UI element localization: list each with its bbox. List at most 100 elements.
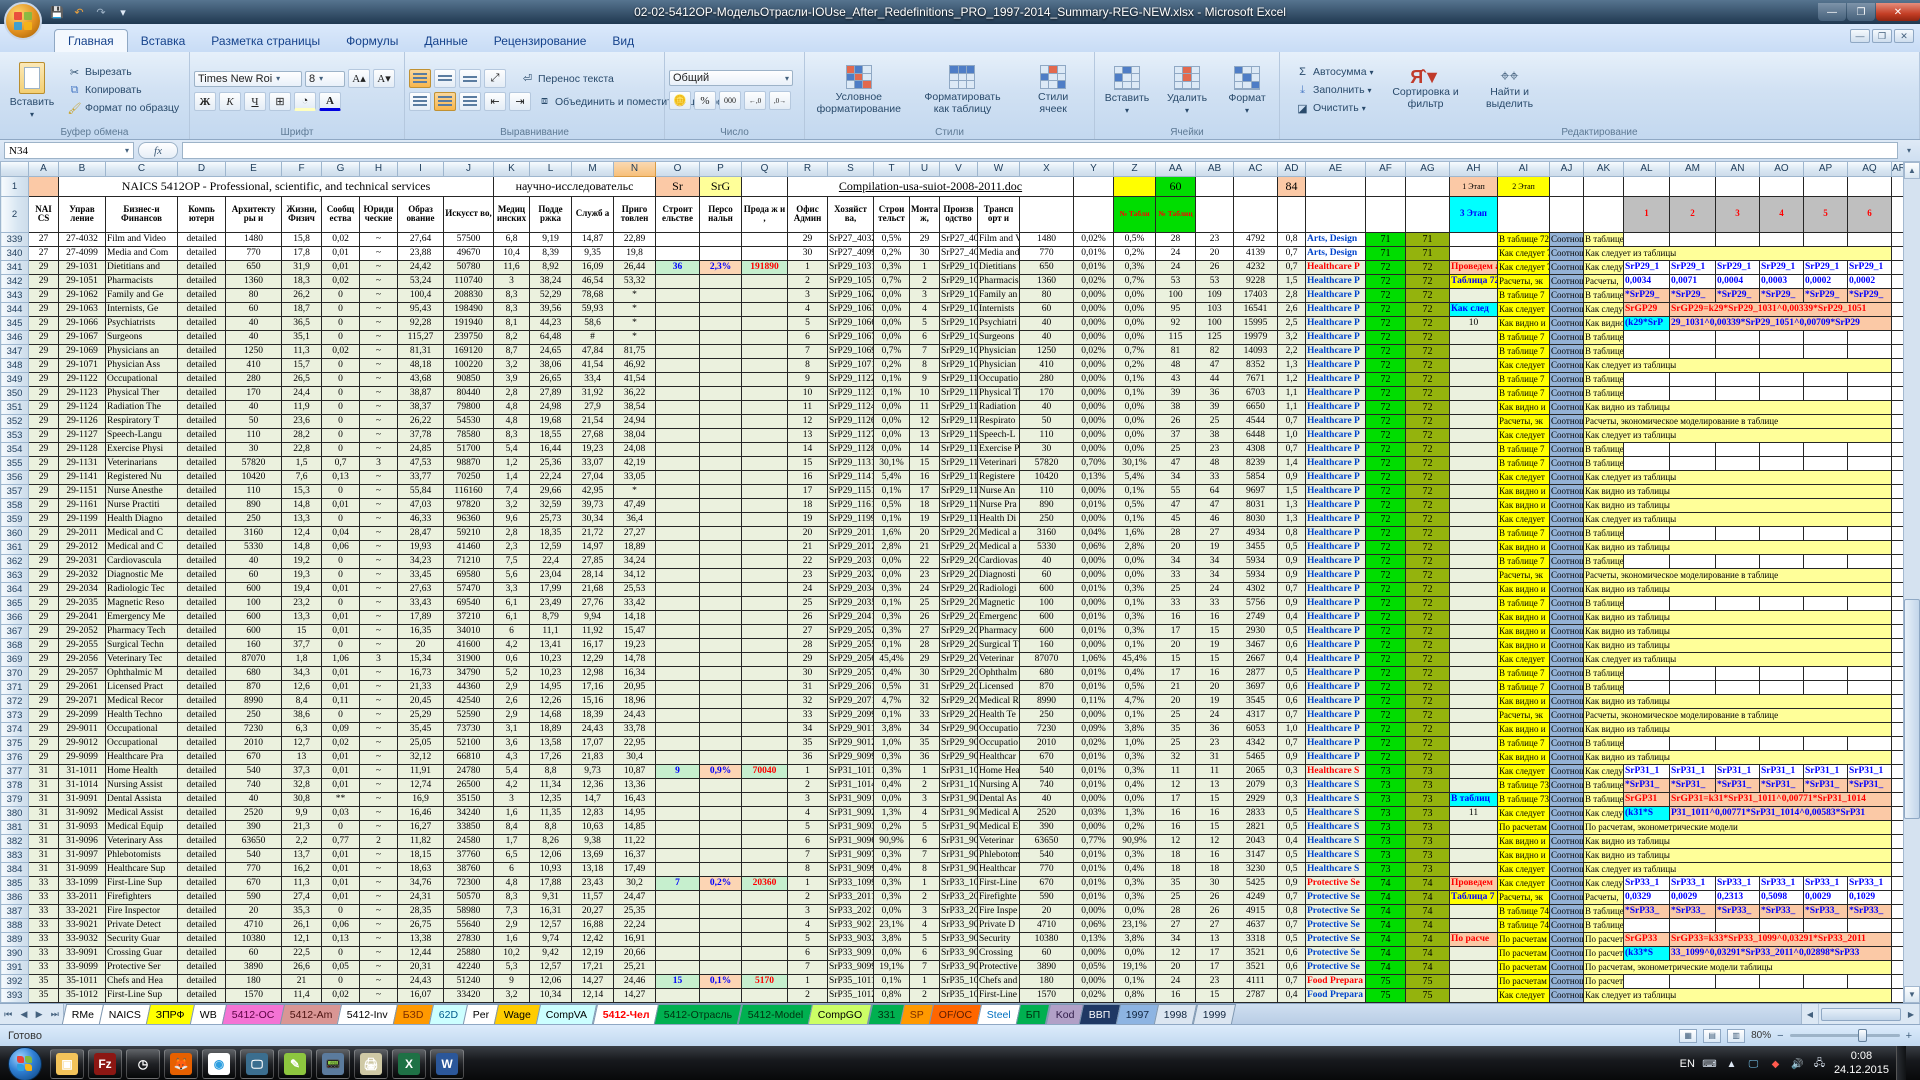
cell[interactable]: ~ — [360, 932, 398, 946]
cell[interactable]: В таблице — [1584, 918, 1624, 932]
cell[interactable] — [1804, 680, 1848, 694]
cell[interactable]: 21 — [910, 540, 940, 554]
cell[interactable] — [1234, 176, 1278, 196]
cell[interactable]: Protective Se — [1306, 946, 1366, 960]
cell[interactable]: 11,34 — [530, 778, 572, 792]
fill-color-button[interactable]: ◔ — [294, 92, 316, 111]
cell[interactable] — [656, 596, 700, 610]
cell[interactable]: 34 — [1196, 554, 1234, 568]
cell[interactable]: Healthcare P — [1306, 414, 1366, 428]
cell[interactable]: 29 — [29, 498, 59, 512]
cell[interactable]: 0,0% — [1114, 400, 1156, 414]
cell[interactable]: 57820 — [1020, 456, 1074, 470]
cell[interactable]: 0 — [322, 414, 360, 428]
cell[interactable]: 0 — [322, 554, 360, 568]
cell[interactable]: 72 — [1366, 666, 1406, 680]
cell[interactable]: 47 — [1196, 498, 1234, 512]
cell[interactable]: 0,13 — [322, 470, 360, 484]
cell[interactable] — [1670, 554, 1716, 568]
cell[interactable]: 72 — [1406, 512, 1450, 526]
column-header-Y[interactable]: Y — [1074, 162, 1114, 176]
cell[interactable]: 1,6 — [494, 932, 530, 946]
cell[interactable] — [1716, 554, 1760, 568]
cell[interactable]: 0,2313 — [1716, 890, 1760, 904]
cell[interactable]: 2930 — [1234, 624, 1278, 638]
cell[interactable]: 3697 — [1234, 680, 1278, 694]
page-layout-view-icon[interactable]: ▤ — [1703, 1029, 1721, 1043]
cell[interactable] — [742, 428, 788, 442]
cell[interactable]: 38 — [1156, 400, 1196, 414]
cell[interactable]: 8 — [788, 358, 828, 372]
cell[interactable]: 4 — [910, 806, 940, 820]
cell[interactable]: ~ — [360, 876, 398, 890]
cell[interactable]: Подде ржка — [530, 196, 572, 232]
cell[interactable]: 24,08 — [614, 442, 656, 456]
cell[interactable]: 20 — [1156, 960, 1196, 974]
cell[interactable]: 12,59 — [530, 540, 572, 554]
cell[interactable]: Соотнош — [1550, 736, 1584, 750]
cell[interactable]: В таблице 7 — [1498, 680, 1550, 694]
cell[interactable]: 55,84 — [398, 484, 444, 498]
cell[interactable]: * — [614, 288, 656, 302]
cell[interactable]: 82 — [1196, 344, 1234, 358]
vertical-scroll-thumb[interactable] — [1904, 599, 1920, 819]
cell[interactable]: В таблице 7 — [1498, 526, 1550, 540]
cell[interactable]: 34,24 — [614, 554, 656, 568]
cell[interactable]: 0,6 — [1278, 960, 1306, 974]
cell[interactable]: 42240 — [444, 960, 494, 974]
cell[interactable]: SrP29_20 — [940, 708, 978, 722]
cell[interactable]: 27 — [910, 624, 940, 638]
cell[interactable]: *SrP33_ — [1804, 904, 1848, 918]
cell[interactable]: 87070 — [226, 652, 282, 666]
cell[interactable]: 110 — [1020, 428, 1074, 442]
cell[interactable]: ~ — [360, 484, 398, 498]
cell[interactable]: Соотнош — [1550, 946, 1584, 960]
cell[interactable]: 0,4 — [1278, 834, 1306, 848]
scroll-left-icon[interactable]: ◀ — [1802, 1004, 1819, 1024]
cell[interactable]: 5 — [788, 932, 828, 946]
cell[interactable] — [1450, 470, 1498, 484]
cell[interactable]: 18,15 — [398, 848, 444, 862]
cell[interactable]: Как видно из таблицы — [1584, 610, 1892, 624]
cell[interactable]: 0,7 — [1278, 918, 1306, 932]
cell[interactable]: 24 — [1196, 582, 1234, 596]
cell[interactable]: 74 — [1406, 904, 1450, 918]
cell[interactable]: 70040 — [742, 764, 788, 778]
cell[interactable]: 31 — [910, 680, 940, 694]
cell[interactable]: Соотнош — [1550, 414, 1584, 428]
cell[interactable]: 53 — [1156, 274, 1196, 288]
cell[interactable]: 9,73 — [572, 764, 614, 778]
cell[interactable]: 0,5 — [1278, 540, 1306, 554]
cell[interactable]: 8,3 — [494, 302, 530, 316]
cell[interactable]: 670 — [226, 876, 282, 890]
cell[interactable]: 32 — [788, 694, 828, 708]
cell[interactable]: 29-1051 — [59, 274, 106, 288]
cell[interactable]: SrP29_2011 — [828, 526, 874, 540]
cell[interactable]: 30 — [910, 666, 940, 680]
autosum-button[interactable]: ΣАвтосумма▾ — [1292, 64, 1377, 80]
cell[interactable]: В таблице — [1584, 330, 1624, 344]
cell[interactable]: 16,73 — [398, 666, 444, 680]
cell[interactable]: По расчетам — [1498, 974, 1550, 988]
cell[interactable]: Healthcare P — [1306, 400, 1366, 414]
cell[interactable]: 29 — [29, 288, 59, 302]
cell[interactable]: 34 — [910, 722, 940, 736]
cell[interactable]: 0,8 — [1278, 526, 1306, 540]
cell[interactable]: SrP29_2055 — [828, 638, 874, 652]
cell[interactable]: Как следует — [1498, 470, 1550, 484]
cell[interactable]: 0,01 — [322, 890, 360, 904]
cell[interactable]: 10380 — [226, 932, 282, 946]
cell[interactable]: SrP29_1131 — [828, 456, 874, 470]
cell[interactable] — [1450, 904, 1498, 918]
cell[interactable]: В таблице 74 — [1498, 918, 1550, 932]
cell[interactable]: SrP31_1 — [1848, 764, 1892, 778]
cell[interactable]: 30,1% — [1114, 456, 1156, 470]
cell[interactable]: 5425 — [1234, 876, 1278, 890]
cell[interactable]: Media and — [978, 246, 1020, 260]
cell[interactable]: 72 — [1366, 330, 1406, 344]
cell[interactable]: SrGP29 — [1624, 302, 1670, 316]
cell[interactable]: 2,2 — [1278, 344, 1306, 358]
cell[interactable]: Как видно из таблицы — [1584, 484, 1892, 498]
cell[interactable]: 2 — [788, 778, 828, 792]
row-header-357[interactable]: 357 — [1, 484, 29, 498]
